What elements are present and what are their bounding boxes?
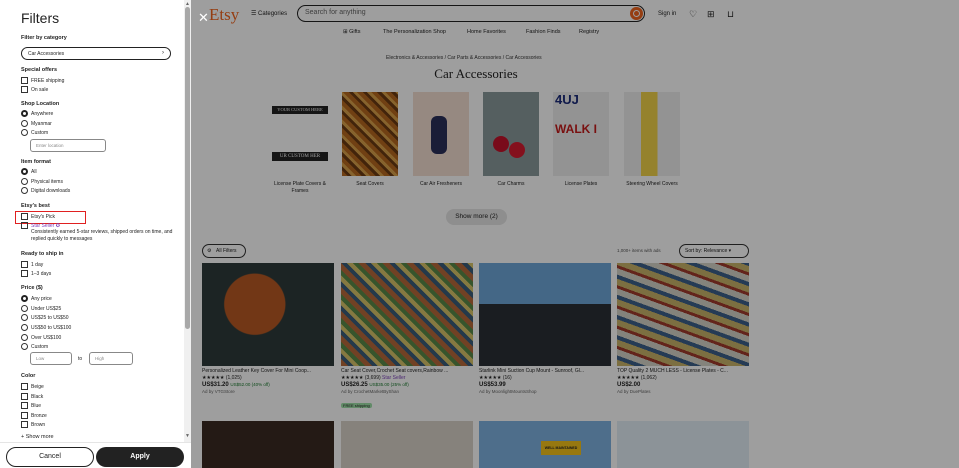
option-label: Beige [31, 384, 44, 390]
price-high-input[interactable]: High [89, 352, 133, 365]
radio-button[interactable] [21, 178, 28, 185]
option-label: Over US$100 [31, 335, 62, 341]
category-value: Car Accessories [28, 51, 65, 57]
scroll-down-icon[interactable]: ▼ [185, 433, 190, 439]
option-label: Black [31, 394, 44, 400]
show-more-colors-link[interactable]: + Show more [21, 434, 54, 440]
apply-button[interactable]: Apply [96, 447, 184, 467]
option-label: Physical items [31, 179, 63, 185]
shop-location-heading: Shop Location [21, 101, 60, 107]
radio-all[interactable]: All [21, 168, 37, 176]
option-label: Any price [31, 296, 52, 302]
option-label: Brown [31, 422, 46, 428]
option-label: US$25 to US$50 [31, 315, 69, 321]
option-label: Digital downloads [31, 188, 71, 194]
radio-button[interactable] [21, 168, 28, 175]
checkbox[interactable] [21, 86, 28, 93]
radio-over-100[interactable]: Over US$100 [21, 334, 61, 342]
checkbox[interactable] [21, 222, 28, 229]
location-input[interactable]: Enter location [30, 139, 106, 152]
radio-button[interactable] [21, 110, 28, 117]
color-heading: Color [21, 373, 36, 379]
radio-digital[interactable]: Digital downloads [21, 187, 70, 195]
radio-button[interactable] [21, 305, 28, 312]
close-icon[interactable]: ✕ [198, 11, 209, 24]
option-label: Anywhere [31, 111, 54, 117]
checkbox[interactable] [21, 412, 28, 419]
radio-physical[interactable]: Physical items [21, 178, 63, 186]
checkbox-1-3-days[interactable]: 1–3 days [21, 270, 51, 278]
radio-any-price[interactable]: Any price [21, 295, 52, 303]
category-heading: Filter by category [21, 35, 67, 41]
radio-button[interactable] [21, 120, 28, 127]
radio-under-25[interactable]: Under US$25 [21, 305, 61, 313]
chevron-right-icon: › [162, 50, 164, 56]
checkbox[interactable] [21, 261, 28, 268]
option-label: On sale [31, 87, 49, 93]
radio-custom-price[interactable]: Custom [21, 343, 48, 351]
etsys-best-heading: Etsy's best [21, 203, 50, 209]
radio-custom-location[interactable]: Custom [21, 129, 48, 137]
option-label: Blue [31, 403, 42, 409]
price-to-label: to [78, 356, 83, 362]
filters-title: Filters [21, 10, 60, 26]
radio-myanmar[interactable]: Myanmar [21, 120, 52, 128]
checkbox-blue[interactable]: Blue [21, 402, 41, 410]
filters-footer: Cancel Apply [0, 442, 191, 468]
option-label: Myanmar [31, 121, 52, 127]
checkbox-1-day[interactable]: 1 day [21, 261, 43, 269]
option-label: 1–3 days [31, 271, 52, 277]
checkbox-on-sale[interactable]: On sale [21, 86, 48, 94]
radio-button[interactable] [21, 187, 28, 194]
checkbox[interactable] [21, 270, 28, 277]
checkbox[interactable] [21, 402, 28, 409]
price-low-input[interactable]: Low [30, 352, 72, 365]
option-label: Under US$25 [31, 306, 62, 312]
category-selector[interactable]: Car Accessories › [21, 47, 171, 60]
checkbox-brown[interactable]: Brown [21, 421, 45, 429]
option-label: Bronze [31, 413, 47, 419]
checkbox[interactable] [21, 77, 28, 84]
radio-button[interactable] [21, 334, 28, 341]
radio-50-100[interactable]: US$50 to US$100 [21, 324, 71, 332]
item-format-heading: Item format [21, 159, 51, 165]
special-offers-heading: Special offers [21, 67, 58, 73]
filters-panel: Filters Filter by category Car Accessori… [0, 0, 191, 468]
option-label: 1 day [31, 262, 44, 268]
option-label: Custom [31, 130, 49, 136]
scrollbar[interactable]: ▲ ▼ [184, 0, 191, 442]
radio-button[interactable] [21, 129, 28, 136]
checkbox[interactable] [21, 393, 28, 400]
checkbox-bronze[interactable]: Bronze [21, 412, 47, 420]
checkbox[interactable] [21, 421, 28, 428]
price-heading: Price ($) [21, 285, 43, 291]
checkbox[interactable] [21, 383, 28, 390]
cancel-button[interactable]: Cancel [6, 447, 94, 467]
radio-button[interactable] [21, 324, 28, 331]
radio-button[interactable] [21, 343, 28, 350]
filters-scroll-area[interactable]: Filters Filter by category Car Accessori… [0, 0, 184, 442]
radio-25-50[interactable]: US$25 to US$50 [21, 314, 69, 322]
checkbox-beige[interactable]: Beige [21, 383, 44, 391]
checkbox-free-shipping[interactable]: FREE shipping [21, 77, 64, 85]
option-label: Custom [31, 344, 49, 350]
option-label: All [31, 169, 37, 175]
option-label: FREE shipping [31, 78, 65, 84]
option-label: US$50 to US$100 [31, 325, 72, 331]
radio-button[interactable] [21, 314, 28, 321]
scrollbar-thumb[interactable] [185, 7, 190, 329]
radio-anywhere[interactable]: Anywhere [21, 110, 53, 118]
radio-button[interactable] [21, 295, 28, 302]
checkbox-black[interactable]: Black [21, 393, 43, 401]
star-seller-description: Consistently earned 5-star reviews, ship… [31, 229, 173, 242]
ready-to-ship-heading: Ready to ship in [21, 251, 64, 257]
